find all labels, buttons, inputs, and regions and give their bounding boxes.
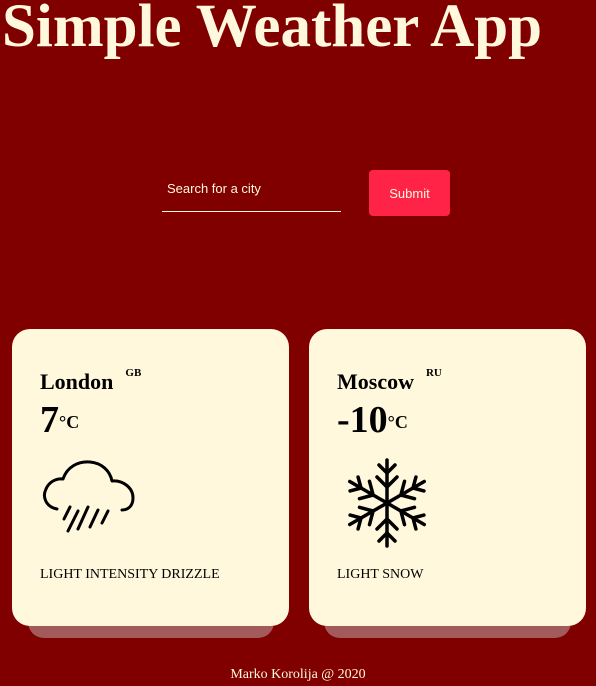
- city-label: Moscow: [337, 369, 414, 394]
- city-name: London GB: [40, 367, 142, 395]
- weather-card-moscow: Moscow RU -10°C LIGHT SNOW: [309, 329, 586, 626]
- city-name: Moscow RU: [337, 367, 442, 395]
- country-code: GB: [125, 367, 142, 379]
- temperature: -10°C: [337, 397, 408, 443]
- rain-cloud-icon: [40, 457, 140, 549]
- weather-card-london: London GB 7°C LIGHT INTENSITY DRIZZLE: [12, 329, 289, 626]
- weather-description: LIGHT INTENSITY DRIZZLE: [40, 567, 220, 582]
- temperature-value: -10: [337, 399, 388, 441]
- footer-credit: Marko Korolija @ 2020: [230, 667, 366, 682]
- snowflake-icon: [337, 457, 437, 549]
- city-label: London: [40, 369, 114, 394]
- app-title: Simple Weather App: [2, 0, 543, 60]
- weather-description: LIGHT SNOW: [337, 567, 424, 582]
- city-search-input[interactable]: [162, 174, 341, 212]
- temperature-unit: °C: [59, 412, 80, 432]
- submit-button[interactable]: Submit: [369, 170, 450, 216]
- country-code: RU: [425, 367, 442, 379]
- temperature-value: 7: [40, 399, 59, 441]
- temperature: 7°C: [40, 397, 79, 443]
- temperature-unit: °C: [387, 412, 408, 432]
